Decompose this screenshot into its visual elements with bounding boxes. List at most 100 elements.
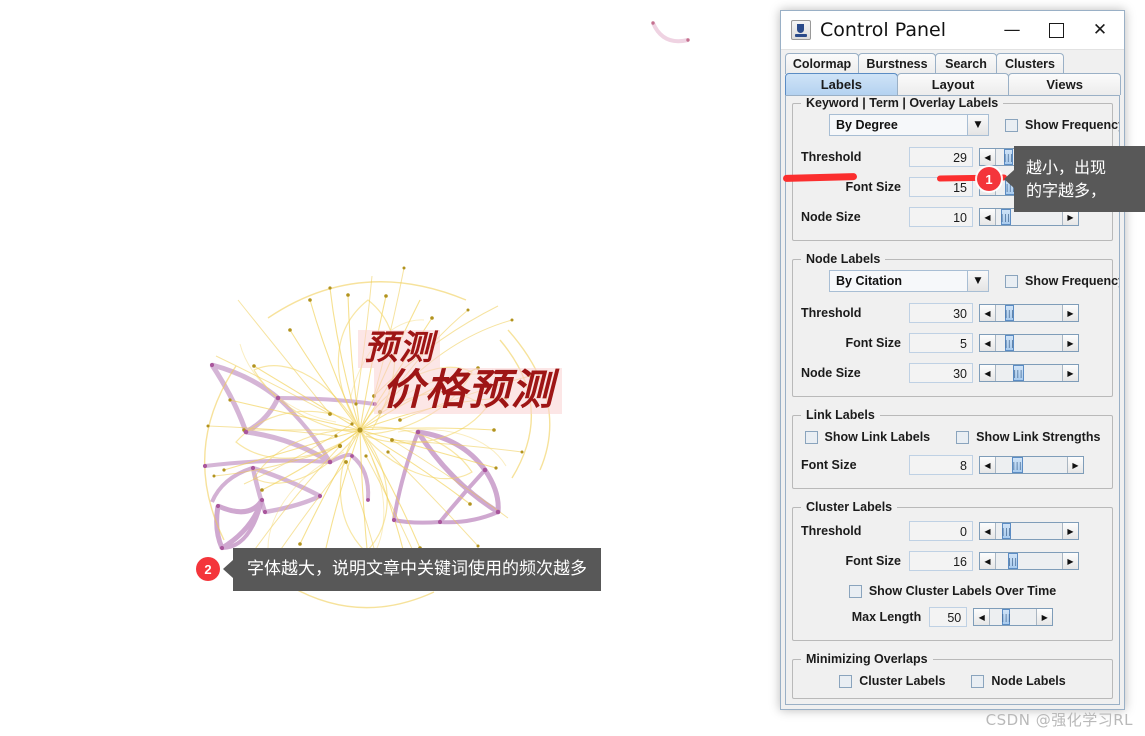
checkbox-box[interactable] xyxy=(804,430,818,444)
slider-left-arrow-icon[interactable]: ◀ xyxy=(980,457,996,473)
slider-right-arrow-icon[interactable]: ▶ xyxy=(1062,335,1078,351)
slider-right-arrow-icon[interactable]: ▶ xyxy=(1062,365,1078,381)
keyword-show-frequency-checkbox[interactable]: Show Frequency xyxy=(1005,118,1119,132)
slider-left-arrow-icon[interactable]: ◀ xyxy=(980,305,996,321)
checkbox-box[interactable] xyxy=(971,674,985,688)
checkbox-box[interactable] xyxy=(956,430,970,444)
max-length-slider[interactable]: ◀ ||| ▶ xyxy=(973,608,1054,626)
slider-thumb[interactable]: ||| xyxy=(1004,305,1015,321)
tab-search[interactable]: Search xyxy=(935,53,997,74)
slider-right-arrow-icon[interactable]: ▶ xyxy=(1062,523,1078,539)
tab-views[interactable]: Views xyxy=(1008,73,1122,95)
link-fontsize-slider[interactable]: ◀ ||| ▶ xyxy=(979,456,1084,474)
node-nodesize-slider[interactable]: ◀ ||| ▶ xyxy=(979,364,1079,382)
tab-colormap[interactable]: Colormap xyxy=(785,53,859,74)
slider-thumb[interactable]: ||| xyxy=(1002,609,1011,625)
slider-track[interactable]: ||| xyxy=(996,335,1062,351)
window-titlebar[interactable]: Control Panel — ✕ xyxy=(781,11,1124,50)
tab-bar[interactable]: Colormap Burstness Search Clusters Label… xyxy=(781,50,1124,95)
show-cluster-labels-over-time-checkbox[interactable]: Show Cluster Labels Over Time xyxy=(848,584,1056,598)
minimizing-cluster-labels-label: Cluster Labels xyxy=(859,674,946,688)
maximize-button[interactable] xyxy=(1034,12,1078,48)
group-minimizing-overlaps: Minimizing Overlaps Cluster Labels Node … xyxy=(792,652,1113,699)
callout-text-1: 越小，出现 的字越多， xyxy=(1014,146,1145,213)
cluster-threshold-row: Threshold 0 ◀ ||| ▶ xyxy=(801,518,1104,544)
close-button[interactable]: ✕ xyxy=(1078,12,1122,48)
slider-left-arrow-icon[interactable]: ◀ xyxy=(980,365,996,381)
csdn-watermark: CSDN @强化学习RL xyxy=(985,711,1133,729)
slider-thumb[interactable]: ||| xyxy=(1007,553,1018,569)
slider-thumb[interactable]: ||| xyxy=(1002,523,1012,539)
show-link-labels-checkbox[interactable]: Show Link Labels xyxy=(804,430,930,444)
slider-right-arrow-icon[interactable]: ▶ xyxy=(1036,609,1053,625)
link-checkbox-row: Show Link Labels Show Link Strengths xyxy=(801,430,1104,444)
chevron-down-icon[interactable]: ▼ xyxy=(967,271,988,291)
slider-right-arrow-icon[interactable]: ▶ xyxy=(1062,553,1078,569)
node-nodesize-value[interactable]: 30 xyxy=(909,363,973,383)
slider-left-arrow-icon[interactable]: ◀ xyxy=(980,553,996,569)
node-fontsize-row: Font Size 5 ◀ ||| ▶ xyxy=(801,330,1104,356)
keyword-mode-combo[interactable]: By Degree ▼ xyxy=(829,114,989,136)
network-canvas[interactable]: 预测 价格预测 xyxy=(0,0,780,736)
checkbox-box[interactable] xyxy=(839,674,853,688)
tab-burstness[interactable]: Burstness xyxy=(858,53,936,74)
show-cluster-over-time-row: Show Cluster Labels Over Time xyxy=(801,584,1104,598)
slider-thumb[interactable]: ||| xyxy=(1004,335,1015,351)
checkbox-box[interactable] xyxy=(848,584,862,598)
keyword-nodesize-value[interactable]: 10 xyxy=(909,207,973,227)
slider-track[interactable]: ||| xyxy=(996,523,1062,539)
slider-right-arrow-icon[interactable]: ▶ xyxy=(1067,457,1083,473)
node-threshold-value[interactable]: 30 xyxy=(909,303,973,323)
network-label-jiage[interactable]: 价格预测 xyxy=(374,368,563,414)
tab-clusters[interactable]: Clusters xyxy=(996,53,1064,74)
node-threshold-slider[interactable]: ◀ ||| ▶ xyxy=(979,304,1079,322)
slider-track[interactable]: ||| xyxy=(990,609,1037,625)
slider-track[interactable]: ||| xyxy=(996,365,1062,381)
group-link-labels: Link Labels Show Link Labels Show Link S… xyxy=(792,408,1113,489)
minimizing-node-labels-checkbox[interactable]: Node Labels xyxy=(971,674,1066,688)
cluster-fontsize-value[interactable]: 16 xyxy=(909,551,973,571)
tab-labels[interactable]: Labels xyxy=(785,73,898,95)
network-label-yuce[interactable]: 预测 xyxy=(358,330,440,368)
slider-track[interactable]: ||| xyxy=(996,305,1062,321)
cluster-fontsize-slider[interactable]: ◀ ||| ▶ xyxy=(979,552,1079,570)
slider-thumb[interactable]: ||| xyxy=(1012,365,1024,381)
callout-annotation-1: 1 越小，出现 的字越多， xyxy=(977,146,1145,213)
checkbox-box[interactable] xyxy=(1005,118,1018,132)
slider-left-arrow-icon[interactable]: ◀ xyxy=(974,609,991,625)
slider-track[interactable]: ||| xyxy=(996,553,1062,569)
chevron-down-icon[interactable]: ▼ xyxy=(967,115,988,135)
show-link-strengths-checkbox[interactable]: Show Link Strengths xyxy=(956,430,1100,444)
java-coffee-icon xyxy=(791,20,811,40)
slider-track[interactable]: ||| xyxy=(996,457,1067,473)
node-fontsize-value[interactable]: 5 xyxy=(909,333,973,353)
minimizing-cluster-labels-checkbox[interactable]: Cluster Labels xyxy=(839,674,945,688)
node-mode-combo[interactable]: By Citation ▼ xyxy=(829,270,989,292)
checkbox-box[interactable] xyxy=(1005,274,1018,288)
keyword-threshold-value[interactable]: 29 xyxy=(909,147,973,167)
max-length-label: Max Length xyxy=(851,610,922,624)
node-show-frequency-checkbox[interactable]: Show Frequency xyxy=(1005,274,1119,288)
slider-left-arrow-icon[interactable]: ◀ xyxy=(980,523,996,539)
max-length-value[interactable]: 50 xyxy=(929,607,968,627)
node-fontsize-slider[interactable]: ◀ ||| ▶ xyxy=(979,334,1079,352)
link-fontsize-value[interactable]: 8 xyxy=(909,455,973,475)
minimize-button[interactable]: — xyxy=(990,12,1034,48)
slider-thumb[interactable]: ||| xyxy=(1011,457,1023,473)
slider-right-arrow-icon[interactable]: ▶ xyxy=(1062,305,1078,321)
node-mode-value: By Citation xyxy=(836,274,902,288)
link-fontsize-row: Font Size 8 ◀ ||| ▶ xyxy=(801,452,1104,478)
node-mode-row: By Citation ▼ Show Frequency xyxy=(829,270,1119,292)
tab-layout[interactable]: Layout xyxy=(896,73,1010,95)
cluster-threshold-label: Threshold xyxy=(801,524,862,538)
keyword-mode-row: By Degree ▼ Show Frequency xyxy=(829,114,1119,136)
group-title-cluster-labels: Cluster Labels xyxy=(801,500,898,514)
control-panel-window[interactable]: Control Panel — ✕ Colormap Burstness Sea… xyxy=(780,10,1125,710)
group-cluster-labels: Cluster Labels Threshold 0 ◀ ||| ▶ Font … xyxy=(792,500,1113,641)
keyword-mode-value: By Degree xyxy=(836,118,898,132)
cluster-threshold-slider[interactable]: ◀ ||| ▶ xyxy=(979,522,1079,540)
node-nodesize-label: Node Size xyxy=(801,366,861,380)
cluster-threshold-value[interactable]: 0 xyxy=(909,521,973,541)
slider-left-arrow-icon[interactable]: ◀ xyxy=(980,335,996,351)
cluster-fontsize-row: Font Size 16 ◀ ||| ▶ xyxy=(801,548,1104,574)
